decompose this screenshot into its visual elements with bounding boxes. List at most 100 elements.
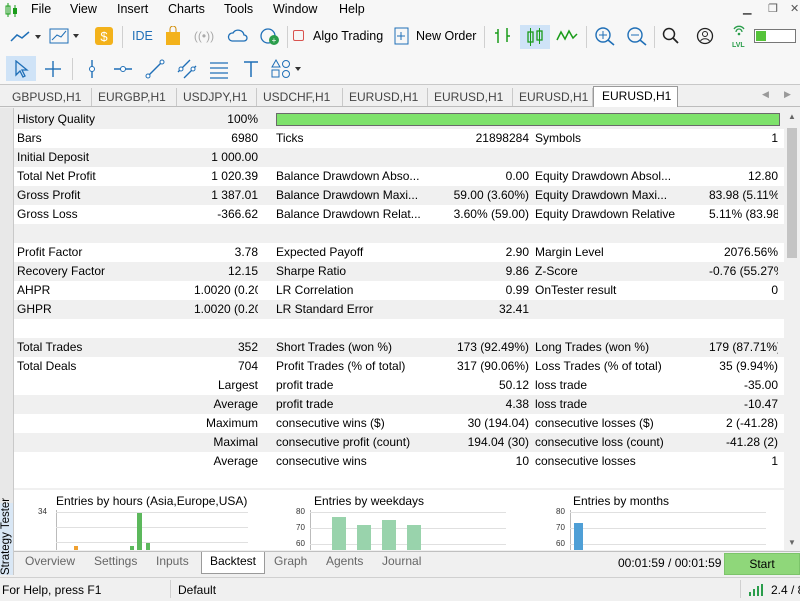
stat-label: LR Correlation — [276, 283, 354, 297]
stat-label: Profit Trades (% of total) — [276, 359, 406, 373]
stat-label: Equity Drawdown Relative — [535, 207, 676, 221]
tab-scroll-right-icon[interactable]: ▶ — [784, 89, 791, 100]
hours-bar — [137, 513, 142, 550]
stat-label: AHPR — [17, 283, 51, 297]
shapes-icon[interactable] — [270, 58, 306, 80]
stat-label: Profit Factor — [17, 245, 83, 259]
menu-window[interactable]: Window — [273, 2, 317, 16]
weekdays-ytick: 60 — [296, 539, 305, 548]
stats-row: Recovery Factor 12.15 Sharpe Ratio 9.86 Z-Sc… — [14, 262, 784, 281]
hours-axis — [56, 510, 57, 550]
tab-agents[interactable]: Agents — [326, 554, 363, 568]
stat-label: Balance Drawdown Abso... — [276, 169, 420, 183]
crosshair-icon[interactable] — [42, 58, 64, 80]
trade-row-category: consecutive wins ($) — [276, 416, 385, 430]
stat-value: -366.62 — [217, 207, 258, 221]
menu-file[interactable]: File — [31, 2, 51, 16]
tab-settings[interactable]: Settings — [94, 554, 137, 568]
menu-tools[interactable]: Tools — [224, 2, 253, 16]
tab-chart[interactable]: USDJPY,H1 — [177, 88, 257, 106]
menu-view[interactable]: View — [70, 2, 97, 16]
tab-backtest[interactable]: Backtest — [201, 552, 266, 574]
close-icon[interactable]: ✕ — [790, 2, 799, 15]
zoom-out-icon[interactable] — [626, 26, 648, 46]
trade-row-value: -41.28 (2) — [725, 435, 778, 449]
menu-charts[interactable]: Charts — [168, 2, 205, 16]
account-icon[interactable] — [696, 27, 714, 45]
history-quality-bar — [276, 113, 780, 126]
stat-label: Recovery Factor — [17, 264, 106, 278]
signal-icon[interactable]: ((•)) — [194, 28, 214, 44]
ide-button[interactable]: IDE — [132, 29, 153, 43]
vps-icon[interactable]: + — [259, 26, 281, 46]
hours-bar — [74, 546, 78, 550]
cloud-icon[interactable] — [227, 27, 249, 45]
tab-chart[interactable]: EURUSD,H1 — [513, 88, 593, 106]
text-tool-icon[interactable] — [240, 58, 262, 80]
line-chart-icon[interactable] — [556, 26, 578, 46]
new-order-icon[interactable] — [394, 27, 410, 45]
scroll-up-icon[interactable]: ▲ — [788, 112, 796, 121]
tab-scroll-left-icon[interactable]: ◀ — [762, 89, 769, 100]
chart-type-icon[interactable] — [9, 28, 43, 46]
tab-chart[interactable]: GBPUSD,H1 — [6, 88, 92, 106]
bar-chart-icon[interactable] — [492, 26, 514, 46]
menu-insert[interactable]: Insert — [117, 2, 148, 16]
tab-chart[interactable]: EURGBP,H1 — [92, 88, 177, 106]
horizontal-line-icon[interactable] — [112, 58, 134, 80]
stat-label: Loss Trades (% of total) — [535, 359, 662, 373]
tab-chart-active[interactable]: EURUSD,H1 — [593, 86, 678, 107]
algo-trading-button[interactable]: Algo Trading — [313, 29, 383, 43]
market-icon[interactable]: $ — [94, 26, 114, 46]
stat-label: Expected Payoff — [276, 245, 364, 259]
trade-row-value: 194.04 (30) — [467, 435, 529, 449]
menu-bar: File View Insert Charts Tools Window Hel… — [0, 0, 800, 20]
trade-row-value: 1 — [771, 454, 778, 468]
tab-chart[interactable]: EURUSD,H1 — [428, 88, 513, 106]
tab-journal[interactable]: Journal — [382, 554, 421, 568]
search-icon[interactable] — [662, 27, 680, 45]
scroll-down-icon[interactable]: ▼ — [788, 538, 796, 547]
equidistant-channel-icon[interactable] — [176, 58, 198, 80]
cursor-icon[interactable] — [6, 56, 36, 81]
algo-trading-stop-icon[interactable] — [293, 30, 304, 41]
menu-help[interactable]: Help — [339, 2, 365, 16]
zoom-in-icon[interactable] — [594, 26, 616, 46]
stat-value: 173 (92.49%) — [456, 340, 529, 354]
trade-row-category: loss trade — [535, 378, 588, 392]
trade-stats-row: Maximum consecutive wins ($) 30 (194.04) co… — [14, 414, 784, 433]
stat-value: 1 387.01 — [211, 188, 258, 202]
shopping-bag-icon[interactable] — [164, 26, 182, 46]
trade-row-category: profit trade — [276, 397, 334, 411]
start-button[interactable]: Start — [724, 553, 800, 575]
trade-row-category: consecutive wins — [276, 454, 367, 468]
trendline-icon[interactable] — [144, 58, 166, 80]
stat-label: Total Trades — [17, 340, 83, 354]
trade-row-label: Maximal — [213, 435, 258, 449]
candlestick-chart-icon[interactable] — [520, 25, 550, 49]
trade-row-category: consecutive losses ($) — [535, 416, 654, 430]
months-ytick: 80 — [556, 507, 565, 516]
fibonacci-icon[interactable] — [208, 58, 230, 80]
minimize-icon[interactable]: ▁ — [743, 2, 751, 15]
new-order-button[interactable]: New Order — [416, 29, 476, 43]
vertical-line-icon[interactable] — [82, 58, 102, 80]
test-timer: 00:01:59 / 00:01:59 — [618, 556, 722, 570]
tab-overview[interactable]: Overview — [25, 554, 75, 568]
connection-strength-bar — [754, 29, 796, 43]
tab-chart[interactable]: EURUSD,H1 — [343, 88, 428, 106]
tab-chart[interactable]: USDCHF,H1 — [257, 88, 343, 106]
app-candles-icon — [4, 3, 20, 20]
stat-value: 352 — [237, 340, 258, 354]
tab-graph[interactable]: Graph — [274, 554, 307, 568]
history-quality-value: 100% — [227, 112, 258, 126]
trade-stats-row: Maximal consecutive profit (count) 194.04 … — [14, 433, 784, 452]
tab-inputs[interactable]: Inputs — [156, 554, 189, 568]
stat-value: 35 (9.94%) — [719, 359, 778, 373]
restore-icon[interactable]: ❐ — [768, 2, 778, 15]
stats-row: Gross Profit 1 387.01 Balance Drawdown Max… — [14, 186, 784, 205]
trade-row-value: -10.47 — [743, 397, 778, 411]
indicators-icon[interactable] — [49, 27, 83, 45]
scrollbar-thumb[interactable] — [787, 128, 797, 258]
connection-bars-icon — [749, 584, 763, 599]
